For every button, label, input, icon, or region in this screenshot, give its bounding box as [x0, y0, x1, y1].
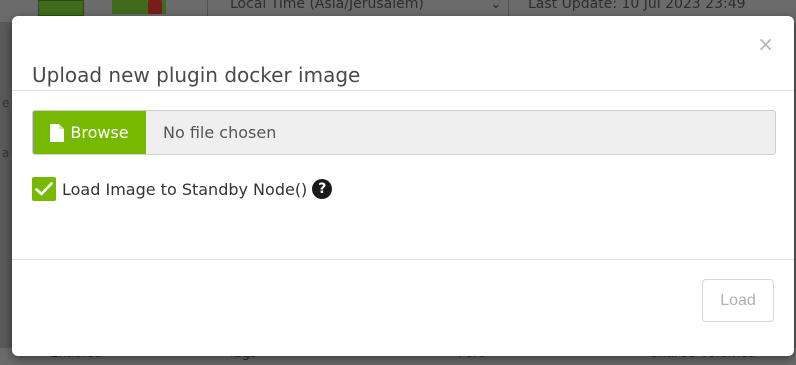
file-input-placeholder: No file chosen [163, 123, 277, 142]
background-timezone-text: Local Time (Asia/Jerusalem) [230, 0, 424, 12]
modal-title: Upload new plugin docker image [32, 62, 361, 87]
background-green-button [38, 0, 84, 16]
question-circle-icon[interactable]: ? [312, 179, 333, 199]
background-red-badge [148, 0, 162, 14]
browse-button-label: Browse [70, 123, 129, 142]
background-text-fragment: e [2, 96, 10, 110]
browse-button[interactable]: Browse [33, 111, 146, 154]
file-icon [50, 123, 65, 142]
background-text-fragment: a [2, 146, 10, 160]
modal-header: Upload new plugin docker image × [12, 16, 794, 91]
file-input[interactable]: Browse No file chosen [32, 110, 776, 155]
background-last-update-text: Last Update: 10 Jul 2023 23:49 [528, 0, 746, 12]
standby-node-label[interactable]: Load Image to Standby Node() [62, 180, 307, 199]
modal-footer-divider [12, 259, 794, 260]
check-icon [35, 182, 53, 196]
load-button[interactable]: Load [702, 279, 774, 322]
upload-plugin-modal: Upload new plugin docker image × Browse … [12, 16, 794, 356]
standby-node-option: Load Image to Standby Node() ? [32, 176, 333, 202]
close-icon[interactable]: × [757, 34, 774, 54]
standby-node-checkbox[interactable] [32, 177, 56, 201]
background-chevron-down-icon: ⌄ [490, 0, 502, 12]
